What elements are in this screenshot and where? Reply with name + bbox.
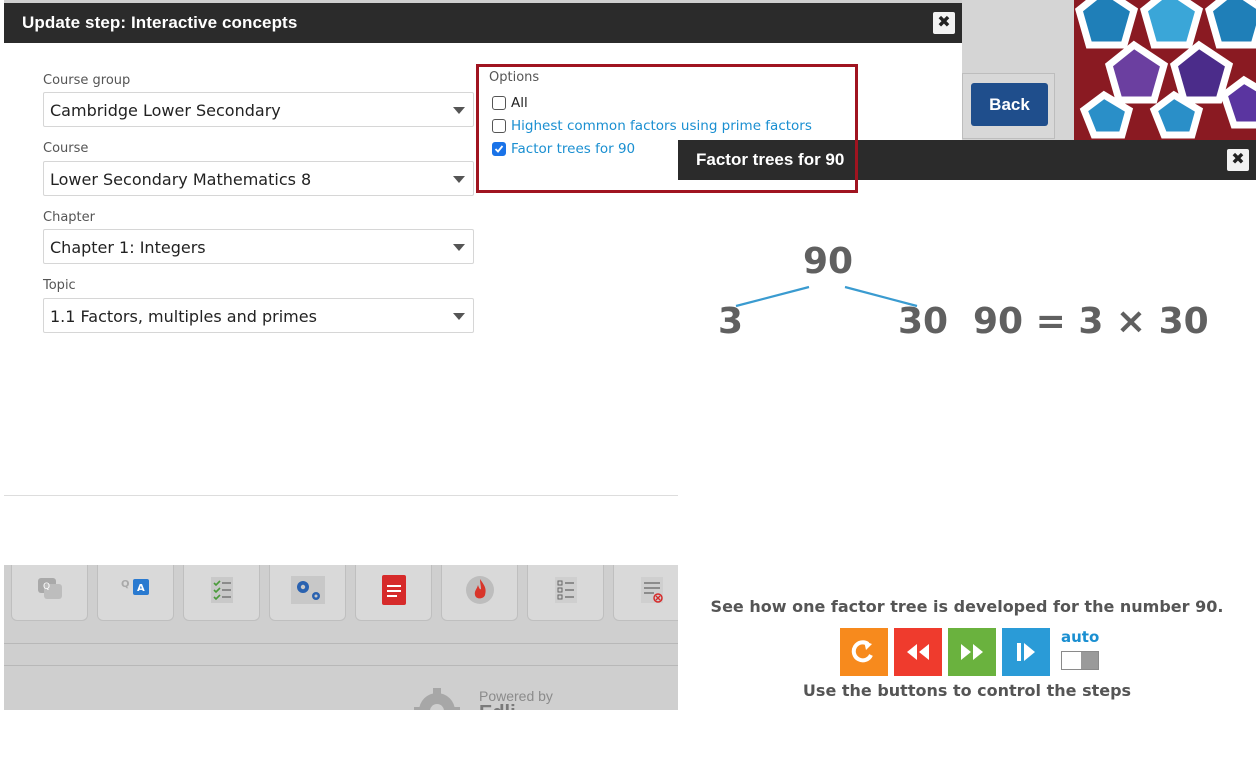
popup-instruction: Use the buttons to control the steps bbox=[802, 681, 1132, 700]
decorative-pattern-image bbox=[1074, 0, 1256, 140]
svg-text:Q: Q bbox=[121, 579, 130, 590]
tool-tile[interactable] bbox=[527, 565, 604, 621]
flame-icon bbox=[465, 575, 495, 610]
dialog-header: Update step: Interactive concepts ✖ bbox=[4, 3, 962, 43]
document-icon bbox=[381, 574, 407, 611]
background-divider bbox=[4, 665, 678, 666]
checklist-icon bbox=[209, 575, 235, 610]
chapter-value: Chapter 1: Integers bbox=[50, 238, 206, 257]
restart-button[interactable] bbox=[840, 628, 888, 676]
close-icon: ✖ bbox=[937, 14, 951, 31]
option-highest-common-factors[interactable]: Highest common factors using prime facto… bbox=[492, 116, 812, 136]
factor-tree-popup: Factor trees for 90 ✖ 90 3 30 90 = 3 × 3… bbox=[678, 140, 1256, 710]
tool-tile[interactable] bbox=[269, 565, 346, 621]
option-all-checkbox[interactable] bbox=[492, 96, 506, 110]
svg-text:A: A bbox=[137, 583, 145, 594]
options-label: Options bbox=[489, 70, 540, 85]
background-toolbar: Q QA bbox=[4, 565, 690, 625]
play-to-end-button[interactable] bbox=[1002, 628, 1050, 676]
course-value: Lower Secondary Mathematics 8 bbox=[50, 170, 312, 189]
dialog-close-button[interactable]: ✖ bbox=[933, 12, 955, 34]
topic-select[interactable]: 1.1 Factors, multiples and primes bbox=[43, 298, 474, 333]
toggle-knob bbox=[1062, 652, 1081, 669]
topic-label: Topic bbox=[43, 278, 76, 293]
step-back-button[interactable] bbox=[894, 628, 942, 676]
option-hcf-checkbox[interactable] bbox=[492, 119, 506, 133]
checklist-boxes-icon bbox=[553, 575, 579, 610]
option-all-label: All bbox=[511, 95, 528, 111]
rewind-icon bbox=[907, 644, 929, 660]
course-group-value: Cambridge Lower Secondary bbox=[50, 101, 281, 120]
popup-description: See how one factor tree is developed for… bbox=[710, 597, 1224, 616]
chat-bubbles-icon: Q bbox=[35, 575, 65, 610]
option-factor-trees[interactable]: Factor trees for 90 bbox=[492, 139, 635, 159]
chevron-down-icon bbox=[453, 313, 465, 320]
option-factor-trees-checkbox[interactable] bbox=[492, 142, 506, 156]
option-hcf-label[interactable]: Highest common factors using prime facto… bbox=[511, 118, 812, 134]
chapter-select[interactable]: Chapter 1: Integers bbox=[43, 229, 474, 264]
auto-toggle[interactable] bbox=[1061, 651, 1099, 670]
topic-value: 1.1 Factors, multiples and primes bbox=[50, 307, 317, 326]
fast-forward-icon bbox=[961, 644, 983, 660]
course-group-select[interactable]: Cambridge Lower Secondary bbox=[43, 92, 474, 127]
step-forward-button[interactable] bbox=[948, 628, 996, 676]
chevron-down-icon bbox=[453, 244, 465, 251]
course-group-label: Course group bbox=[43, 73, 131, 88]
chevron-down-icon bbox=[453, 107, 465, 114]
tool-tile[interactable]: Q bbox=[11, 565, 88, 621]
svg-text:Q: Q bbox=[43, 582, 50, 592]
tool-tile[interactable] bbox=[441, 565, 518, 621]
q-and-a-icon: QA bbox=[119, 575, 153, 610]
chapter-label: Chapter bbox=[43, 210, 95, 225]
option-factor-trees-label[interactable]: Factor trees for 90 bbox=[511, 141, 635, 157]
back-button[interactable]: Back bbox=[971, 83, 1048, 126]
settings-gears-icon bbox=[290, 576, 325, 609]
gear-logo-icon bbox=[412, 686, 462, 710]
powered-by-footer: Powered by Edli bbox=[412, 684, 612, 710]
tree-root-number: 90 bbox=[803, 241, 854, 282]
dialog-title: Update step: Interactive concepts bbox=[22, 13, 298, 32]
play-icon bbox=[1017, 643, 1035, 661]
tool-tile[interactable]: QA bbox=[97, 565, 174, 621]
tree-right-factor: 30 bbox=[898, 301, 949, 342]
dialog-divider bbox=[4, 495, 678, 496]
option-all[interactable]: All bbox=[492, 93, 528, 113]
course-label: Course bbox=[43, 141, 89, 156]
chevron-down-icon bbox=[453, 176, 465, 183]
tree-equation: 90 = 3 × 30 bbox=[973, 301, 1209, 342]
powered-by-brand: Edli bbox=[479, 702, 516, 710]
auto-label: auto bbox=[1061, 628, 1100, 646]
left-branch bbox=[735, 285, 810, 308]
document-remove-icon bbox=[639, 575, 665, 610]
checkmark-icon bbox=[494, 145, 504, 153]
tree-left-factor: 3 bbox=[718, 301, 744, 342]
tool-tile[interactable] bbox=[183, 565, 260, 621]
background-divider bbox=[4, 643, 678, 644]
restart-icon bbox=[851, 640, 873, 663]
course-select[interactable]: Lower Secondary Mathematics 8 bbox=[43, 161, 474, 196]
tool-tile[interactable] bbox=[355, 565, 432, 621]
